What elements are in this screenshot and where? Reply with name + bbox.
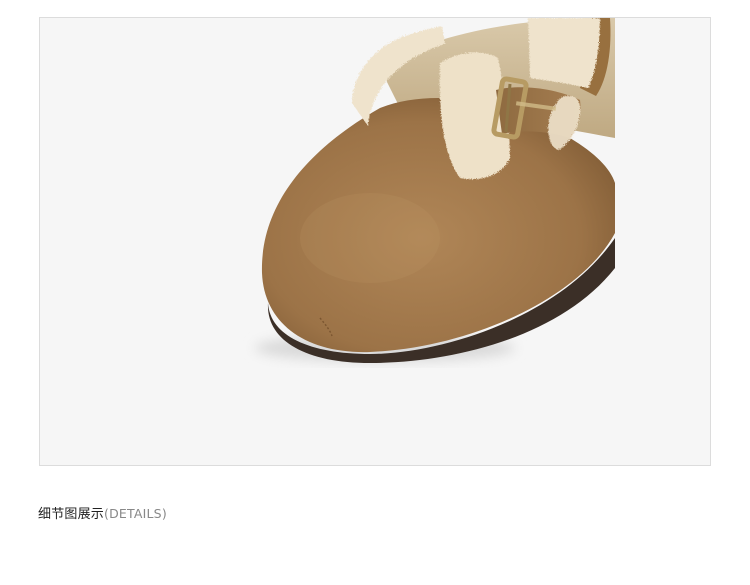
suede-clog-illustration (255, 18, 615, 363)
section-caption: 细节图展示(DETAILS) (38, 503, 167, 522)
caption-subtitle: (DETAILS) (104, 506, 167, 521)
suede-highlight (300, 193, 440, 283)
fleece-band-right (528, 18, 600, 88)
caption-title: 细节图展示 (38, 507, 105, 522)
product-detail-image (39, 17, 711, 466)
